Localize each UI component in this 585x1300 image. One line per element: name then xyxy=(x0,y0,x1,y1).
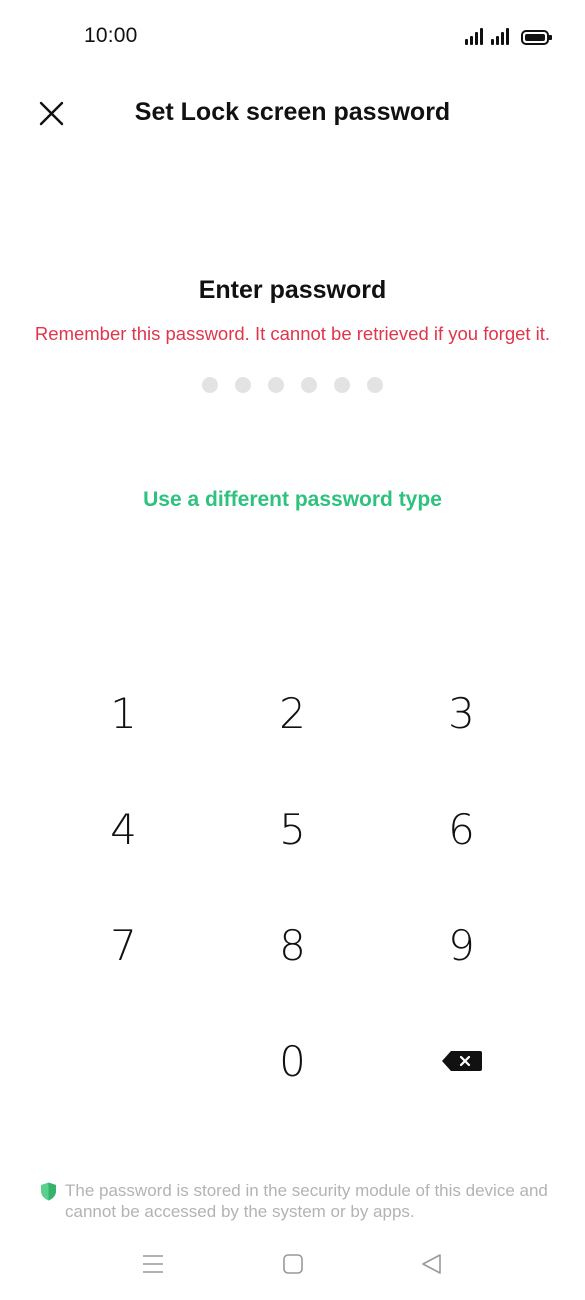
pin-dot xyxy=(202,377,218,393)
shield-icon xyxy=(41,1182,56,1201)
use-different-password-type-link[interactable]: Use a different password type xyxy=(0,488,585,512)
key-6[interactable]: 6 xyxy=(377,771,546,887)
navigation-bar xyxy=(0,1244,585,1284)
keypad-empty-slot xyxy=(39,1003,208,1119)
prompt-title: Enter password xyxy=(198,276,387,304)
back-button[interactable] xyxy=(420,1252,444,1276)
key-5[interactable]: 5 xyxy=(208,771,377,887)
key-2[interactable]: 2 xyxy=(208,655,377,771)
menu-icon xyxy=(143,1255,163,1273)
number-keypad: 123 456 7890 xyxy=(39,655,546,1119)
menu-button[interactable] xyxy=(141,1252,165,1276)
home-button[interactable] xyxy=(281,1252,305,1276)
security-note-text: The password is stored in the security m… xyxy=(65,1181,548,1221)
back-icon xyxy=(422,1254,441,1274)
backspace-icon xyxy=(441,1051,482,1071)
signal-icon xyxy=(491,27,509,45)
key-4[interactable]: 4 xyxy=(39,771,208,887)
page-title: Set Lock screen password xyxy=(134,98,451,126)
status-icons xyxy=(465,27,552,45)
signal-icon xyxy=(465,27,483,45)
header: Set Lock screen password xyxy=(0,84,585,144)
status-time: 10:00 xyxy=(84,24,138,47)
key-8[interactable]: 8 xyxy=(208,887,377,1003)
pin-dot xyxy=(235,377,251,393)
key-9[interactable]: 9 xyxy=(377,887,546,1003)
backspace-button[interactable] xyxy=(377,1003,546,1119)
key-7[interactable]: 7 xyxy=(39,887,208,1003)
battery-icon xyxy=(521,30,552,45)
pin-dot xyxy=(301,377,317,393)
status-bar: 10:00 xyxy=(0,0,585,76)
pin-dot xyxy=(334,377,350,393)
home-icon xyxy=(283,1254,303,1274)
pin-dot xyxy=(268,377,284,393)
pin-dot xyxy=(367,377,383,393)
security-note: The password is stored in the security m… xyxy=(40,1180,560,1222)
warning-text: Remember this password. It cannot be ret… xyxy=(34,323,551,344)
key-3[interactable]: 3 xyxy=(377,655,546,771)
key-0[interactable]: 0 xyxy=(208,1003,377,1119)
key-1[interactable]: 1 xyxy=(39,655,208,771)
pin-dots xyxy=(0,377,585,393)
